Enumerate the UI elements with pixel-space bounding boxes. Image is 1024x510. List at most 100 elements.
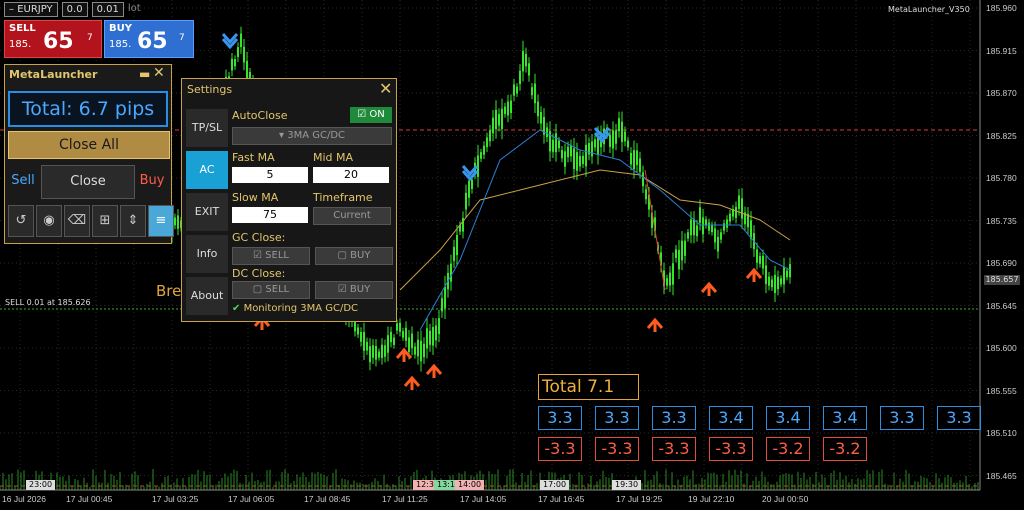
buy-signal-arrow [403, 375, 421, 390]
pip-negative: -3.3 [538, 437, 582, 461]
settings-title: Settings [187, 83, 233, 96]
symbol-selector[interactable]: – EURJPY [4, 2, 58, 17]
buy-price-sup: 7 [179, 33, 185, 43]
time-tag: 14:00 [455, 480, 485, 490]
current-price-tag: 185.657 [984, 275, 1020, 285]
pip-negative: -3.3 [709, 437, 753, 461]
panel-title: MetaLauncher [9, 68, 98, 81]
time-tick: 17 Jul 03:25 [152, 494, 199, 504]
slow-ma-input[interactable]: 75 [232, 207, 308, 223]
sell-price-prefix: 185. [9, 39, 32, 50]
close-button[interactable]: Close [41, 165, 135, 199]
version-label: MetaLauncher_V350 [888, 5, 970, 14]
price-tick: 185.825 [986, 130, 1017, 141]
expand-icon[interactable]: ⇕ [120, 205, 146, 237]
lot-input[interactable]: 0.01 [91, 2, 124, 17]
total-summary: Total 7.1 [538, 374, 639, 400]
breakout-label: Bre [156, 282, 182, 300]
time-tick: 17 Jul 00:45 [66, 494, 113, 504]
time-tick: 16 Jul 2026 [2, 494, 46, 504]
gc-buy-checkbox[interactable]: ▢ BUY [315, 247, 393, 265]
time-tick: 17 Jul 19:25 [616, 494, 663, 504]
spread-display: 0.0 [61, 2, 88, 17]
pip-positive: 3.3 [937, 406, 981, 430]
tab-info[interactable]: Info [186, 235, 228, 273]
pip-positive: 3.4 [709, 406, 753, 430]
buy-price-prefix: 185. [109, 39, 132, 50]
monitoring-status: ✔ Monitoring 3MA GC/DC [232, 303, 359, 314]
dc-buy-checkbox[interactable]: ☑ BUY [315, 281, 393, 299]
fast-ma-input[interactable]: 5 [232, 167, 308, 183]
time-tick: 17 Jul 16:45 [538, 494, 585, 504]
dc-sell-checkbox[interactable]: ▢ SELL [232, 281, 310, 299]
price-tick: 185.465 [986, 470, 1017, 481]
buy-signal-arrow [745, 267, 763, 282]
ticker-bar: – EURJPY 0.0 0.01 lot [4, 2, 141, 18]
price-tick: 185.690 [986, 258, 1017, 268]
history-icon[interactable]: ↺ [8, 205, 34, 237]
buy-signal-arrow [425, 363, 443, 378]
pip-positive: 3.3 [538, 406, 582, 430]
price-tick: 185.915 [986, 45, 1017, 56]
pip-positive: 3.3 [652, 406, 696, 430]
close-icon[interactable]: ✕ [153, 65, 165, 81]
mode-select[interactable]: ▾ 3MA GC/DC [232, 127, 392, 145]
timeframe-select[interactable]: Current [313, 207, 391, 225]
lot-label: lot [127, 3, 141, 14]
mid-ma-input[interactable]: 20 [313, 167, 389, 183]
price-tick: 185.600 [986, 343, 1017, 353]
autoclose-toggle[interactable]: ☑ ON [350, 107, 392, 123]
time-tick: 20 Jul 00:50 [762, 494, 809, 504]
slow-ma-label: Slow MA [232, 191, 279, 204]
tab-about[interactable]: About [186, 277, 228, 315]
timeframe-label: Timeframe [313, 191, 373, 204]
grid-icon[interactable]: ⊞ [92, 205, 118, 237]
close-icon[interactable]: ✕ [379, 79, 392, 98]
settings-icon[interactable]: ≡ [148, 205, 174, 237]
position-line-label: SELL 0.01 at 185.626 [5, 298, 91, 307]
buy-label: BUY [109, 23, 132, 34]
pip-positive: 3.4 [823, 406, 867, 430]
eraser-icon[interactable]: ⌫ [64, 205, 90, 237]
time-tick: 17 Jul 06:05 [228, 494, 275, 504]
close-all-button[interactable]: Close All [8, 131, 170, 159]
buy-price-big: 65 [137, 29, 168, 54]
sell-signal-arrow [221, 33, 239, 50]
dc-close-label: DC Close: [232, 267, 286, 280]
price-tick: 185.735 [986, 215, 1017, 226]
gc-sell-checkbox[interactable]: ☑ SELL [232, 247, 310, 265]
price-tick: 185.645 [986, 300, 1017, 311]
camera-icon[interactable]: ◉ [36, 205, 62, 237]
pip-positive: 3.3 [880, 406, 924, 430]
tab-tpsl[interactable]: TP/SL [186, 109, 228, 147]
price-tick: 185.555 [986, 385, 1017, 396]
minimize-icon[interactable]: ▬ [139, 67, 150, 81]
time-tag: 23:00 [26, 480, 56, 490]
mid-ma-label: Mid MA [313, 151, 354, 164]
tab-ac[interactable]: AC [186, 151, 228, 189]
buy-button[interactable]: BUY 185. 65 7 [104, 20, 194, 58]
metalauncher-panel: MetaLauncher ▬ ✕ Total: 6.7 pips Close A… [4, 64, 174, 244]
price-tick: 185.780 [986, 173, 1017, 183]
pip-negative: -3.2 [823, 437, 867, 461]
pip-negative: -3.2 [766, 437, 810, 461]
gc-close-label: GC Close: [232, 231, 286, 244]
buy-signal-arrow [700, 281, 718, 296]
time-tick: 17 Jul 08:45 [304, 494, 351, 504]
pip-positive: 3.4 [766, 406, 810, 430]
settings-panel: Settings ✕ TP/SL AC EXIT Info About Auto… [181, 78, 397, 322]
total-pips: Total: 6.7 pips [8, 91, 168, 127]
pip-negative: -3.3 [652, 437, 696, 461]
sell-button[interactable]: SELL 185. 65 7 [4, 20, 102, 58]
close-buy-button[interactable]: Buy [136, 165, 168, 197]
price-tick: 185.870 [986, 88, 1017, 98]
autoclose-label: AutoClose [232, 109, 288, 122]
time-tick: 19 Jul 22:10 [688, 494, 735, 504]
close-sell-button[interactable]: Sell [8, 165, 38, 197]
pip-negative: -3.3 [595, 437, 639, 461]
pip-positive: 3.3 [595, 406, 639, 430]
sell-label: SELL [9, 23, 36, 34]
price-tick: 185.960 [986, 3, 1017, 13]
tab-exit[interactable]: EXIT [186, 193, 228, 231]
time-tick: 17 Jul 14:05 [460, 494, 507, 504]
